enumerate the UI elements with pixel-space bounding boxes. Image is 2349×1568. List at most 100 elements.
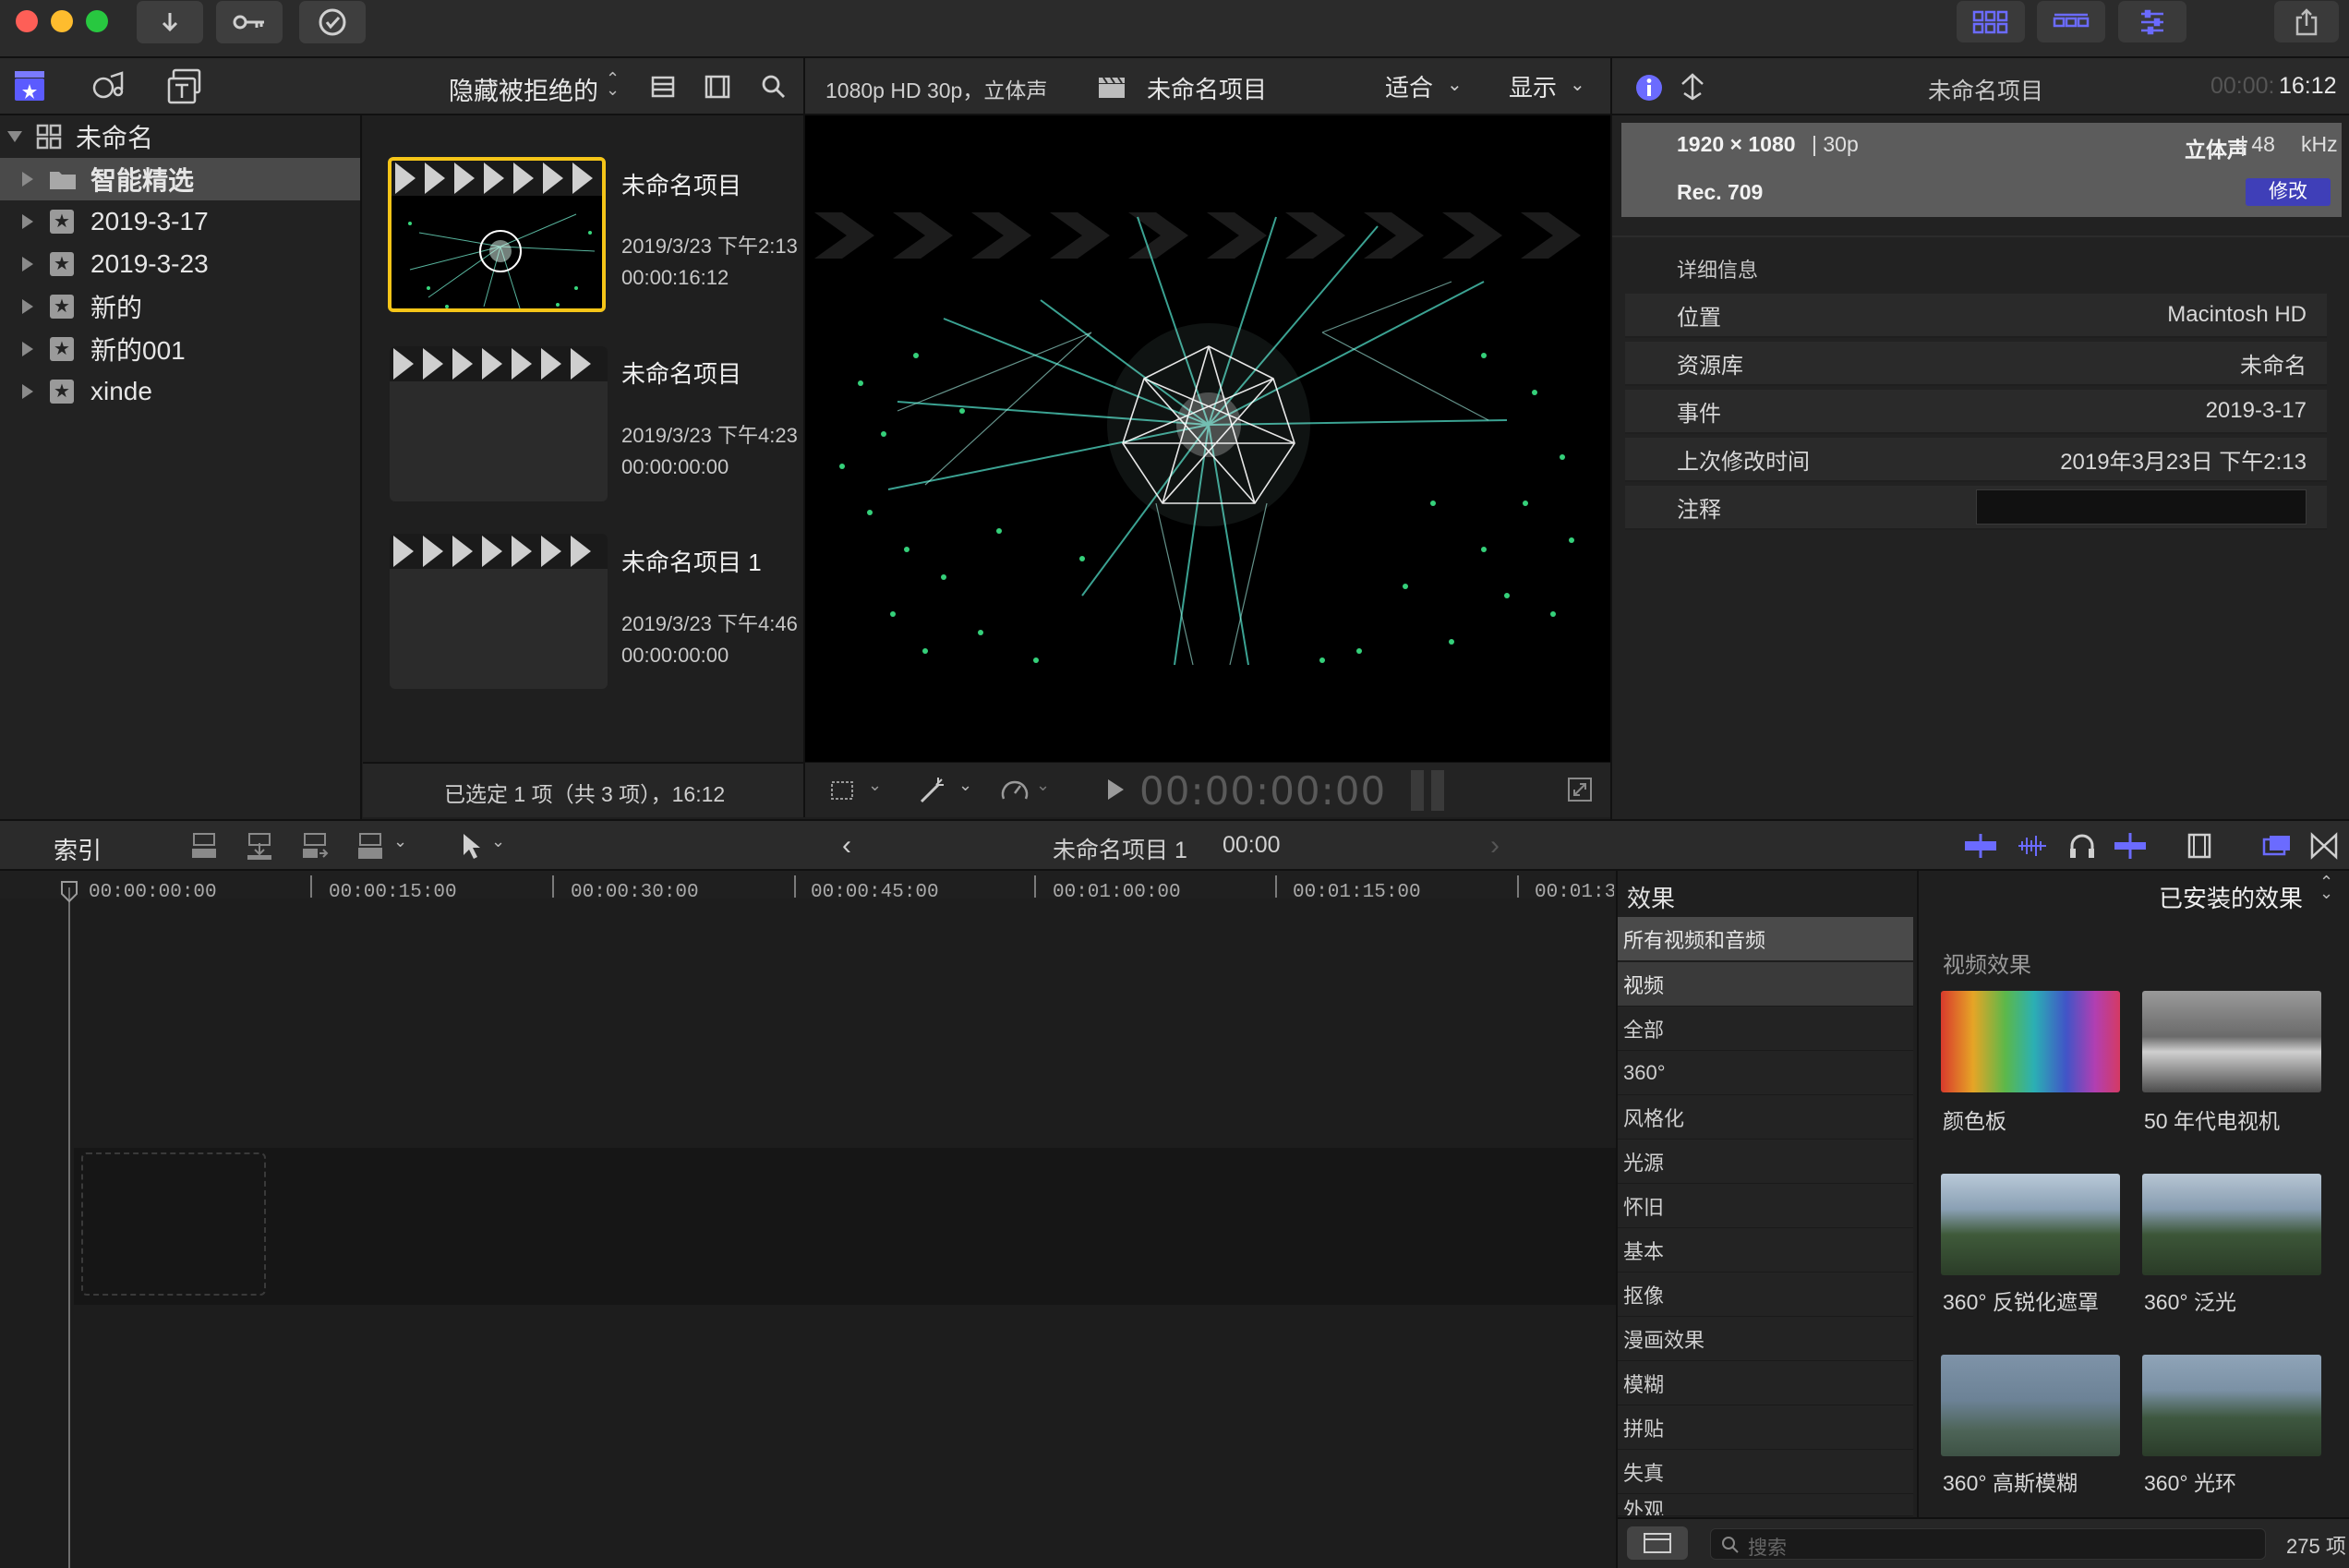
forward-chevron-icon[interactable]: › — [1490, 830, 1500, 862]
snapping-icon[interactable] — [2113, 830, 2148, 862]
zoom-popup[interactable]: 适合 — [1385, 69, 1433, 103]
disclosure-triangle-icon[interactable] — [22, 214, 33, 229]
sidebar-toggle-button[interactable] — [1627, 1526, 1688, 1560]
effect-thumb-360-gaussian[interactable] — [1941, 1355, 2120, 1456]
library-row[interactable]: 未命名 — [0, 115, 360, 158]
video-waveform-icon[interactable] — [1963, 832, 1998, 860]
info-label: 位置 — [1677, 305, 1721, 331]
playhead-line[interactable] — [68, 887, 70, 1568]
effect-thumb-360-glow[interactable] — [2142, 1355, 2321, 1456]
headphones-icon[interactable] — [2066, 830, 2098, 862]
chevron-down-icon[interactable]: ⌄ — [393, 832, 407, 851]
download-arrow-icon — [162, 13, 178, 32]
disclosure-triangle-icon[interactable] — [22, 299, 33, 314]
enhance-wand-icon[interactable] — [916, 774, 949, 807]
effects-category[interactable]: 光源 — [1618, 1140, 1913, 1184]
effects-category[interactable]: 模糊 — [1618, 1361, 1913, 1405]
effects-category[interactable]: 漫画效果 — [1618, 1317, 1913, 1361]
effects-search-field[interactable]: 搜索 — [1710, 1528, 2266, 1560]
arrow-tool-icon[interactable] — [460, 831, 484, 861]
view-options-popup[interactable]: 显示 — [1509, 69, 1557, 103]
effects-category[interactable]: 怀旧 — [1618, 1184, 1913, 1228]
playhead-marker-icon[interactable] — [59, 881, 79, 903]
disclosure-triangle-icon[interactable] — [22, 257, 33, 271]
effects-category[interactable]: 基本 — [1618, 1228, 1913, 1272]
minimize-window-button[interactable] — [51, 10, 73, 32]
list-view-button[interactable] — [650, 75, 676, 103]
show-browser-toggle[interactable] — [1957, 1, 2025, 42]
show-timeline-toggle[interactable] — [2037, 1, 2105, 42]
effects-category-all-av[interactable]: 所有视频和音频 — [1618, 917, 1913, 961]
clip-thumbnail[interactable] — [390, 534, 608, 689]
modify-button[interactable]: 修改 — [2246, 178, 2331, 206]
effect-thumb-360-bloom[interactable] — [2142, 1174, 2321, 1275]
audio-waveform-icon[interactable] — [2015, 832, 2050, 860]
sidebar-item-event[interactable]: ★ 2019-3-23 — [0, 243, 360, 285]
keywords-button[interactable] — [216, 1, 283, 43]
disclosure-triangle-icon[interactable] — [22, 172, 33, 187]
chevron-down-icon[interactable]: ⌄ — [1036, 776, 1050, 795]
viewer-canvas[interactable] — [803, 115, 1612, 762]
filmstrip-view-button[interactable] — [704, 74, 731, 104]
zoom-window-button[interactable] — [86, 10, 108, 32]
effects-category[interactable]: 抠像 — [1618, 1272, 1913, 1317]
sidebar-item-event[interactable]: ★ 新的 — [0, 285, 360, 328]
filter-popup-label[interactable]: 隐藏被拒绝的 — [449, 71, 598, 107]
effects-category[interactable]: 失真 — [1618, 1450, 1913, 1494]
clip-thumbnail[interactable] — [390, 346, 608, 501]
titles-generators-tab[interactable] — [166, 67, 203, 109]
effects-category-video[interactable]: 视频 — [1618, 962, 1913, 1007]
updown-chevron-icon[interactable]: ⌃ ⌄ — [606, 70, 620, 98]
effects-category[interactable]: 风格化 — [1618, 1095, 1913, 1140]
fullscreen-icon[interactable] — [1566, 776, 1594, 803]
back-chevron-icon[interactable]: ‹ — [842, 830, 851, 862]
sidebar-item-event[interactable]: ★ xinde — [0, 370, 360, 413]
chevron-down-icon[interactable]: ⌄ — [868, 776, 882, 795]
sidebar-item-smart-collections[interactable]: 智能精选 — [0, 158, 360, 200]
play-icon[interactable] — [1108, 779, 1124, 800]
show-inspector-toggle[interactable] — [2118, 1, 2186, 42]
clip-thumbnail-selected[interactable] — [388, 157, 606, 312]
primary-storyline[interactable] — [74, 1148, 1616, 1305]
effect-thumb-color-board[interactable] — [1941, 991, 2120, 1092]
background-tasks-button[interactable] — [299, 1, 366, 43]
connect-clip-icon[interactable] — [188, 830, 220, 862]
index-button[interactable]: 索引 — [54, 832, 102, 866]
append-clip-icon[interactable] — [299, 830, 331, 862]
insert-clip-icon[interactable] — [244, 830, 275, 862]
timeline-area[interactable] — [0, 871, 1616, 1568]
updown-chevron-icon[interactable]: ⌃ ⌄ — [2319, 874, 2333, 901]
share-node-icon[interactable] — [1677, 71, 1708, 103]
empty-clip-placeholder[interactable] — [81, 1152, 266, 1296]
effects-browser-toggle-icon[interactable] — [2260, 830, 2294, 862]
transform-icon[interactable] — [827, 776, 857, 805]
effect-thumb-50s-tv[interactable] — [2142, 991, 2321, 1092]
timecode-display[interactable]: 00:00:00:00 — [1139, 768, 1386, 814]
search-button[interactable] — [761, 74, 787, 104]
libraries-tab[interactable] — [13, 67, 46, 107]
overwrite-clip-icon[interactable] — [355, 830, 386, 862]
effects-category[interactable]: 拼贴 — [1618, 1405, 1913, 1450]
photos-audio-tab[interactable] — [90, 69, 127, 107]
chevron-down-icon[interactable]: ⌄ — [958, 776, 972, 795]
effects-category[interactable]: 全部 — [1618, 1007, 1913, 1051]
effects-category[interactable]: 360° — [1618, 1051, 1913, 1095]
sidebar-item-event[interactable]: ★ 新的001 — [0, 328, 360, 370]
notes-field[interactable] — [1976, 489, 2307, 525]
effects-category[interactable]: 外观 — [1618, 1494, 1913, 1516]
speedometer-icon[interactable] — [999, 775, 1030, 806]
clip-appearance-icon[interactable] — [2185, 830, 2214, 862]
close-window-button[interactable] — [16, 10, 38, 32]
sidebar-item-event[interactable]: ★ 2019-3-17 — [0, 200, 360, 243]
info-icon[interactable] — [1634, 73, 1664, 103]
disclosure-triangle-icon[interactable] — [22, 342, 33, 356]
effect-thumb-360-unsharp[interactable] — [1941, 1174, 2120, 1275]
chevron-down-icon[interactable]: ⌄ — [491, 832, 505, 851]
disclosure-triangle-icon[interactable] — [22, 384, 33, 399]
transitions-browser-icon[interactable] — [2308, 830, 2340, 862]
installed-effects-popup[interactable]: 已安装的效果 — [2159, 880, 2303, 914]
disclosure-triangle-icon[interactable] — [7, 131, 22, 142]
event-star-icon: ★ — [50, 337, 74, 361]
share-button[interactable] — [2274, 1, 2339, 42]
import-button[interactable] — [137, 1, 203, 43]
